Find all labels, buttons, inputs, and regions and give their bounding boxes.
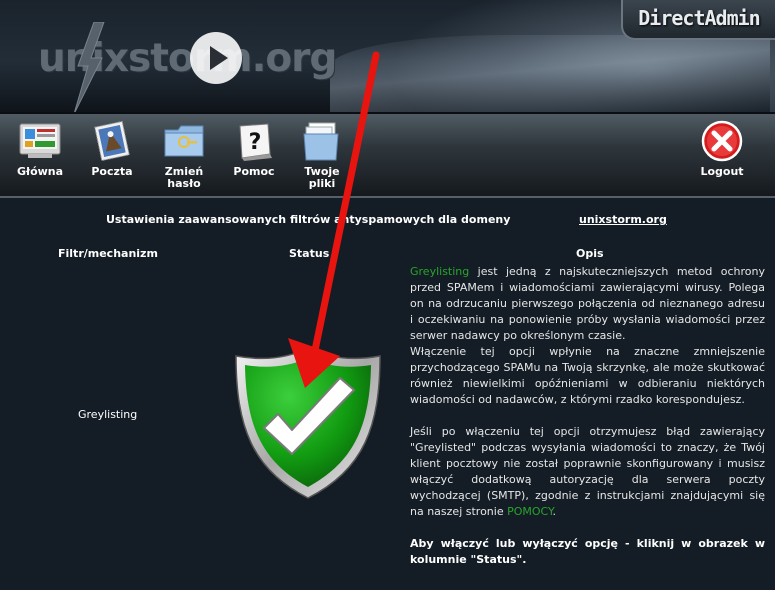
nav-label-help: Pomoc <box>233 165 275 178</box>
top-navigation: Główna Poczta Zmień hasło ? Pomoc Twoje … <box>0 112 775 198</box>
lightning-bolt-icon <box>74 22 105 112</box>
column-header-status: Status <box>289 247 330 260</box>
nav-item-mail[interactable]: Poczta <box>80 120 144 178</box>
check-shield-icon[interactable] <box>232 346 384 500</box>
header-banner: unixstorm.org DirectAdmin <box>0 0 775 112</box>
nav-item-help[interactable]: ? Pomoc <box>222 120 286 178</box>
help-icon: ? <box>232 120 276 162</box>
description-text-3: Jeśli po włączeniu tej opcji otrzymujesz… <box>410 425 765 518</box>
description-paragraph-1: Greylisting jest jedną z najskuteczniejs… <box>410 264 765 344</box>
home-icon <box>18 120 62 162</box>
files-folder-icon <box>300 120 344 162</box>
greylisting-description: Greylisting jest jedną z najskuteczniejs… <box>410 264 765 568</box>
directadmin-logo: DirectAdmin <box>621 0 775 40</box>
nav-label-logout: Logout <box>700 165 744 178</box>
domain-link[interactable]: unixstorm.org <box>579 213 667 226</box>
description-instruction: Aby włączyć lub wyłączyć opcję - kliknij… <box>410 537 765 566</box>
page-heading-text: Ustawienia zaawansowanych filtrów antysp… <box>106 213 511 226</box>
svg-text:?: ? <box>249 130 262 155</box>
nav-item-change-password[interactable]: Zmień hasło <box>152 120 216 190</box>
greylisting-link[interactable]: Greylisting <box>410 265 469 278</box>
column-header-filter: Filtr/mechanizm <box>58 247 158 260</box>
nav-item-home[interactable]: Główna <box>8 120 72 178</box>
nav-label-home: Główna <box>16 165 64 178</box>
description-paragraph-3: Jeśli po włączeniu tej opcji otrzymujesz… <box>410 424 765 520</box>
description-text-3-end: . <box>552 505 557 518</box>
mail-stamp-icon <box>90 120 134 162</box>
video-play-button[interactable] <box>190 32 242 84</box>
filter-name-greylisting: Greylisting <box>78 408 138 421</box>
help-page-link[interactable]: POMOCY <box>507 505 552 518</box>
column-header-description: Opis <box>576 247 604 260</box>
storm-clouds <box>330 35 770 112</box>
folder-key-icon <box>162 120 206 162</box>
description-paragraph-2: Włączenie tej opcji wpłynie na znaczne z… <box>410 345 765 406</box>
close-icon <box>700 120 744 162</box>
nav-label-mail: Poczta <box>91 165 133 178</box>
nav-label-change-password: Zmień hasło <box>164 165 204 190</box>
nav-item-logout[interactable]: Logout <box>690 120 754 178</box>
nav-item-files[interactable]: Twoje pliki <box>290 120 354 190</box>
nav-label-files: Twoje pliki <box>304 165 340 190</box>
